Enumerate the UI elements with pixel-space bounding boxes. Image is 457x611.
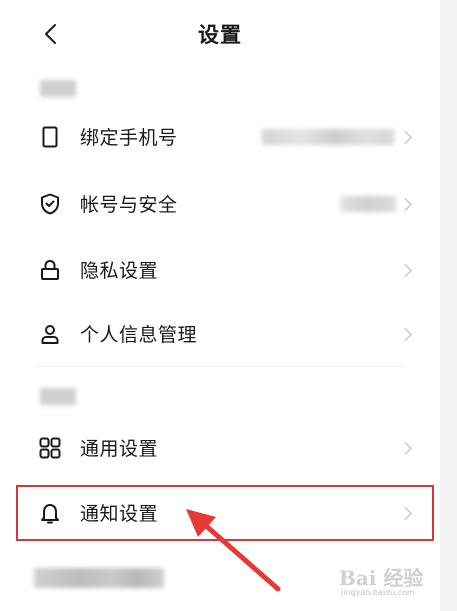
- screen-edge: [440, 0, 457, 611]
- settings-item-general[interactable]: 通用设置: [0, 416, 440, 480]
- settings-item-personal-info[interactable]: 个人信息管理: [0, 302, 440, 366]
- section-header-1-redacted: [40, 80, 76, 97]
- chevron-right-icon: [404, 263, 413, 278]
- lock-icon: [41, 259, 59, 280]
- settings-item-privacy[interactable]: 隐私设置: [0, 238, 440, 302]
- account-status-redacted: [340, 196, 396, 212]
- phone-number-redacted: [262, 129, 394, 145]
- settings-item-bind-phone[interactable]: 绑定手机号: [0, 105, 440, 169]
- settings-item-label: 通用设置: [80, 438, 159, 460]
- person-icon: [41, 325, 59, 344]
- section-header-2-redacted: [40, 388, 76, 405]
- chevron-right-icon: [404, 130, 413, 145]
- section-divider: [38, 366, 402, 367]
- watermark: Bai 经验 jingyan.baidu.com: [339, 562, 439, 607]
- chevron-right-icon: [404, 441, 413, 456]
- annotation-arrow-icon: [186, 509, 281, 592]
- settings-item-label: 隐私设置: [80, 260, 159, 282]
- watermark-url: jingyan.baidu.com: [341, 588, 415, 597]
- settings-item-label: 绑定手机号: [80, 127, 178, 149]
- page-title: 设置: [198, 23, 242, 47]
- settings-item-account-security[interactable]: 帐号与安全: [0, 172, 440, 236]
- shield-check-icon: [41, 193, 59, 215]
- grid-icon: [39, 437, 61, 459]
- settings-item-label: 个人信息管理: [80, 324, 198, 346]
- bottom-item-redacted: [34, 568, 164, 588]
- chevron-right-icon: [404, 327, 413, 342]
- chevron-right-icon: [404, 197, 413, 212]
- nav-header: 设置: [0, 0, 440, 66]
- phone-icon: [42, 126, 58, 148]
- settings-item-label: 帐号与安全: [80, 194, 178, 216]
- watermark-logo: Bai 经验: [339, 566, 424, 590]
